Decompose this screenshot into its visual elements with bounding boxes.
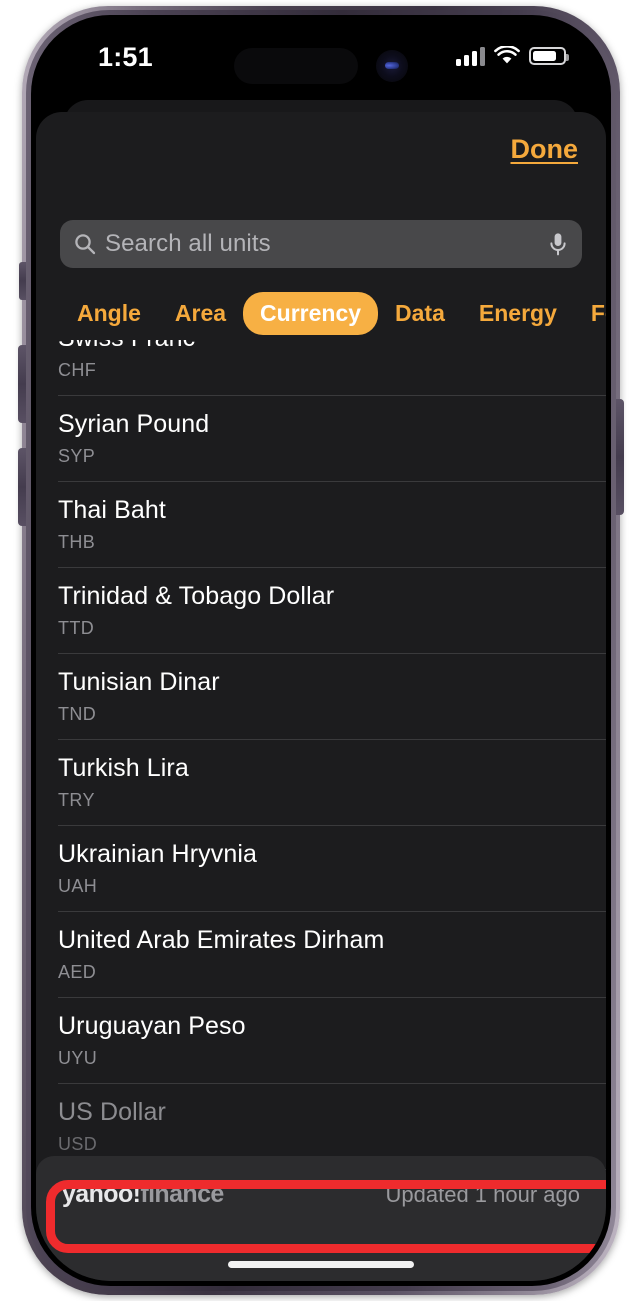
list-item[interactable]: Tunisian Dinar TND bbox=[36, 654, 606, 740]
unit-code: UYU bbox=[58, 1048, 98, 1068]
power-button[interactable] bbox=[616, 399, 624, 515]
unit-code: SYP bbox=[58, 446, 96, 466]
unit-code: CHF bbox=[58, 360, 97, 380]
list-item[interactable]: Thai Baht THB bbox=[36, 482, 606, 568]
list-item[interactable]: Ukrainian Hryvnia UAH bbox=[36, 826, 606, 912]
tab-currency[interactable]: Currency bbox=[243, 291, 379, 335]
unit-code: TRY bbox=[58, 790, 95, 810]
battery-icon bbox=[529, 47, 569, 65]
unit-code: THB bbox=[58, 532, 96, 552]
search-bar[interactable]: Search all units bbox=[60, 220, 582, 268]
unit-name: United Arab Emirates Dirham bbox=[58, 926, 385, 954]
volume-up-button[interactable] bbox=[18, 345, 26, 423]
wifi-icon bbox=[494, 45, 520, 66]
unit-code: TTD bbox=[58, 618, 95, 638]
unit-name: Syrian Pound bbox=[58, 410, 210, 438]
unit-name: Thai Baht bbox=[58, 496, 166, 524]
unit-picker-sheet: Done Search all units Angle Area Currenc… bbox=[36, 112, 606, 1281]
unit-name: Swiss Franc bbox=[58, 340, 195, 353]
unit-name: Trinidad & Tobago Dollar bbox=[58, 582, 335, 610]
phone-screen: 1:51 Done Search all units Angle Area Cu… bbox=[36, 20, 606, 1281]
unit-code: UAH bbox=[58, 876, 98, 896]
search-input[interactable]: Search all units bbox=[105, 230, 548, 258]
mute-switch-button[interactable] bbox=[19, 262, 26, 300]
updated-timestamp: Updated 1 hour ago bbox=[385, 1182, 581, 1207]
list-item[interactable]: Swiss Franc CHF bbox=[36, 340, 606, 396]
home-indicator[interactable] bbox=[228, 1261, 414, 1268]
unit-name: Uruguayan Peso bbox=[58, 1012, 246, 1040]
tab-energy[interactable]: Energy bbox=[462, 292, 574, 335]
list-item[interactable]: United Arab Emirates Dirham AED bbox=[36, 912, 606, 998]
category-tab-bar[interactable]: AngleAreaCurrencyDataEnergyForceF bbox=[36, 288, 606, 338]
unit-name: Tunisian Dinar bbox=[58, 668, 220, 696]
status-time: 1:51 bbox=[98, 42, 153, 72]
done-button[interactable]: Done bbox=[511, 134, 579, 165]
logo-finance-text: finance bbox=[140, 1180, 224, 1208]
list-item[interactable]: Turkish Lira TRY bbox=[36, 740, 606, 826]
status-indicators bbox=[456, 42, 569, 70]
signal-bars-icon bbox=[456, 46, 485, 66]
list-item[interactable]: Uruguayan Peso UYU bbox=[36, 998, 606, 1084]
status-bar: 1:51 bbox=[36, 20, 606, 92]
list-item[interactable]: Trinidad & Tobago Dollar TTD bbox=[36, 568, 606, 654]
volume-down-button[interactable] bbox=[18, 448, 26, 526]
logo-yahoo-text: yahoo! bbox=[62, 1180, 141, 1208]
yahoo-finance-logo: yahoo!finance bbox=[62, 1180, 224, 1209]
dynamic-island bbox=[234, 48, 358, 84]
tab-data[interactable]: Data bbox=[378, 292, 462, 335]
list-item[interactable]: Syrian Pound SYP bbox=[36, 396, 606, 482]
microphone-icon[interactable] bbox=[548, 232, 568, 256]
screenshot-stage: 1:51 Done Search all units Angle Area Cu… bbox=[0, 0, 642, 1301]
unit-code: TND bbox=[58, 704, 97, 724]
front-camera-icon bbox=[376, 50, 408, 82]
battery-level-fill bbox=[533, 51, 556, 61]
unit-name: Ukrainian Hryvnia bbox=[58, 840, 257, 868]
unit-name: Turkish Lira bbox=[58, 754, 189, 782]
currency-list[interactable]: Swiss Franc CHF Syrian Pound SYP Thai Baht TH… bbox=[36, 340, 606, 1248]
tab-area[interactable]: Area bbox=[158, 292, 243, 335]
unit-code: USD bbox=[58, 1134, 98, 1154]
tab-angle[interactable]: Angle bbox=[60, 292, 158, 335]
tab-force[interactable]: Force bbox=[574, 292, 606, 335]
unit-name: US Dollar bbox=[58, 1098, 166, 1126]
unit-code: AED bbox=[58, 962, 97, 982]
search-icon bbox=[74, 233, 96, 255]
